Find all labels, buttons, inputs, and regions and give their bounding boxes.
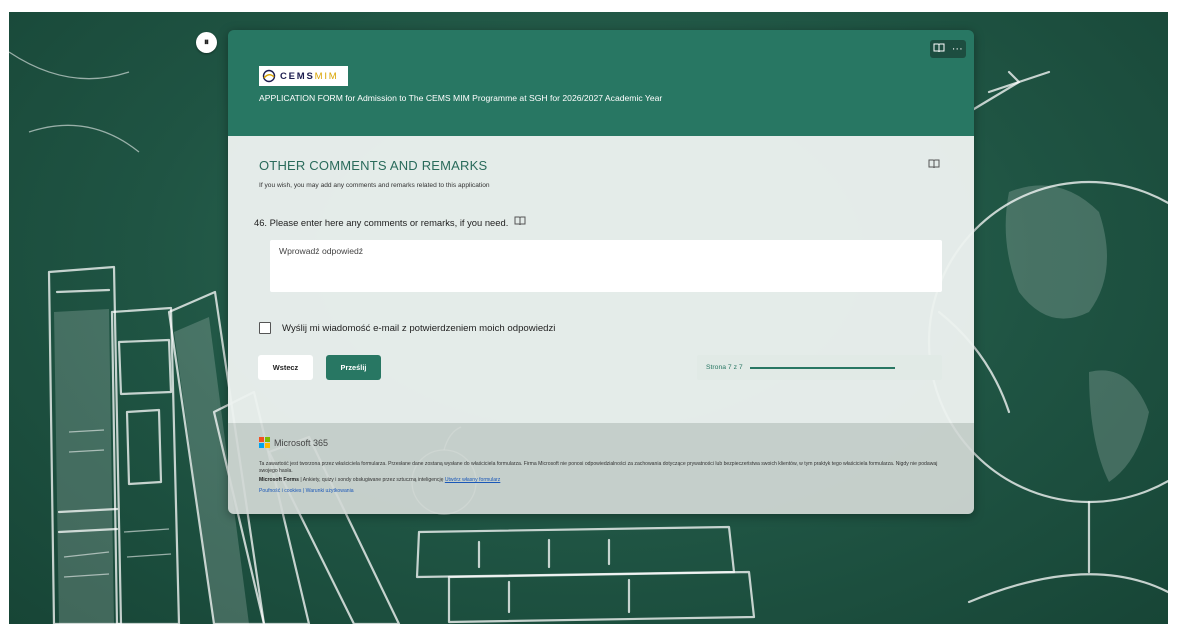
form-body: OTHER COMMENTS AND REMARKS If you wish, … [228,136,974,423]
back-button[interactable]: Wstecz [258,355,313,380]
page-progress: Strona 7 z 7 [697,355,942,380]
forms-info-line: Microsoft Forms | Ankiety, quizy i sondy… [259,477,500,483]
forms-name: Microsoft Forms [259,477,299,483]
immersive-reader-icon[interactable] [514,216,526,228]
policy-links: Poufność i cookies | Warunki użytkowania [259,488,354,494]
section-title: OTHER COMMENTS AND REMARKS [259,158,488,173]
immersive-reader-icon[interactable] [933,43,945,56]
terms-link[interactable]: Warunki użytkowania [306,488,354,494]
more-options-icon[interactable]: ··· [952,43,963,55]
progress-track [749,366,895,369]
immersive-reader-icon[interactable] [928,156,940,174]
form-title: APPLICATION FORM for Admission to The CE… [259,93,663,103]
pause-icon[interactable]: ⏸ [196,32,217,53]
logo-wordmark: CEMSMIM [280,70,339,82]
progress-label: Strona 7 z 7 [706,364,743,371]
header-toolbar: ··· [930,40,966,58]
submit-button[interactable]: Prześlij [326,355,381,380]
form-header: ··· CEMSMIM APPLICATION FORM for Admissi… [228,30,974,136]
cems-logo: CEMSMIM [259,66,348,86]
microsoft-365-label: Microsoft 365 [274,437,329,448]
microsoft-logo-icon [259,437,270,448]
email-receipt-label: Wyślij mi wiadomość e-mail z potwierdzen… [282,322,556,334]
privacy-link[interactable]: Poufność i cookies [259,488,301,494]
question-46: 46. Please enter here any comments or re… [254,216,526,228]
forms-tagline: | Ankiety, quizy i sondy obsługiwane prz… [298,477,445,483]
email-receipt-option[interactable]: Wyślij mi wiadomość e-mail z potwierdzen… [259,322,555,334]
create-form-link[interactable]: Utwórz własny formularz [445,477,500,483]
section-description: If you wish, you may add any comments an… [259,182,490,189]
email-receipt-checkbox[interactable] [259,322,271,334]
answer-input[interactable] [270,240,942,292]
form-card: ··· CEMSMIM APPLICATION FORM for Admissi… [228,30,974,514]
form-footer: Microsoft 365 Ta zawartość jest tworzona… [228,423,974,514]
cems-logo-mark-icon [262,69,276,83]
progress-fill [749,366,895,369]
microsoft-365-brand: Microsoft 365 [259,437,328,448]
question-text: 46. Please enter here any comments or re… [254,216,509,228]
disclaimer-text: Ta zawartość jest tworzona przez właścic… [259,461,938,474]
